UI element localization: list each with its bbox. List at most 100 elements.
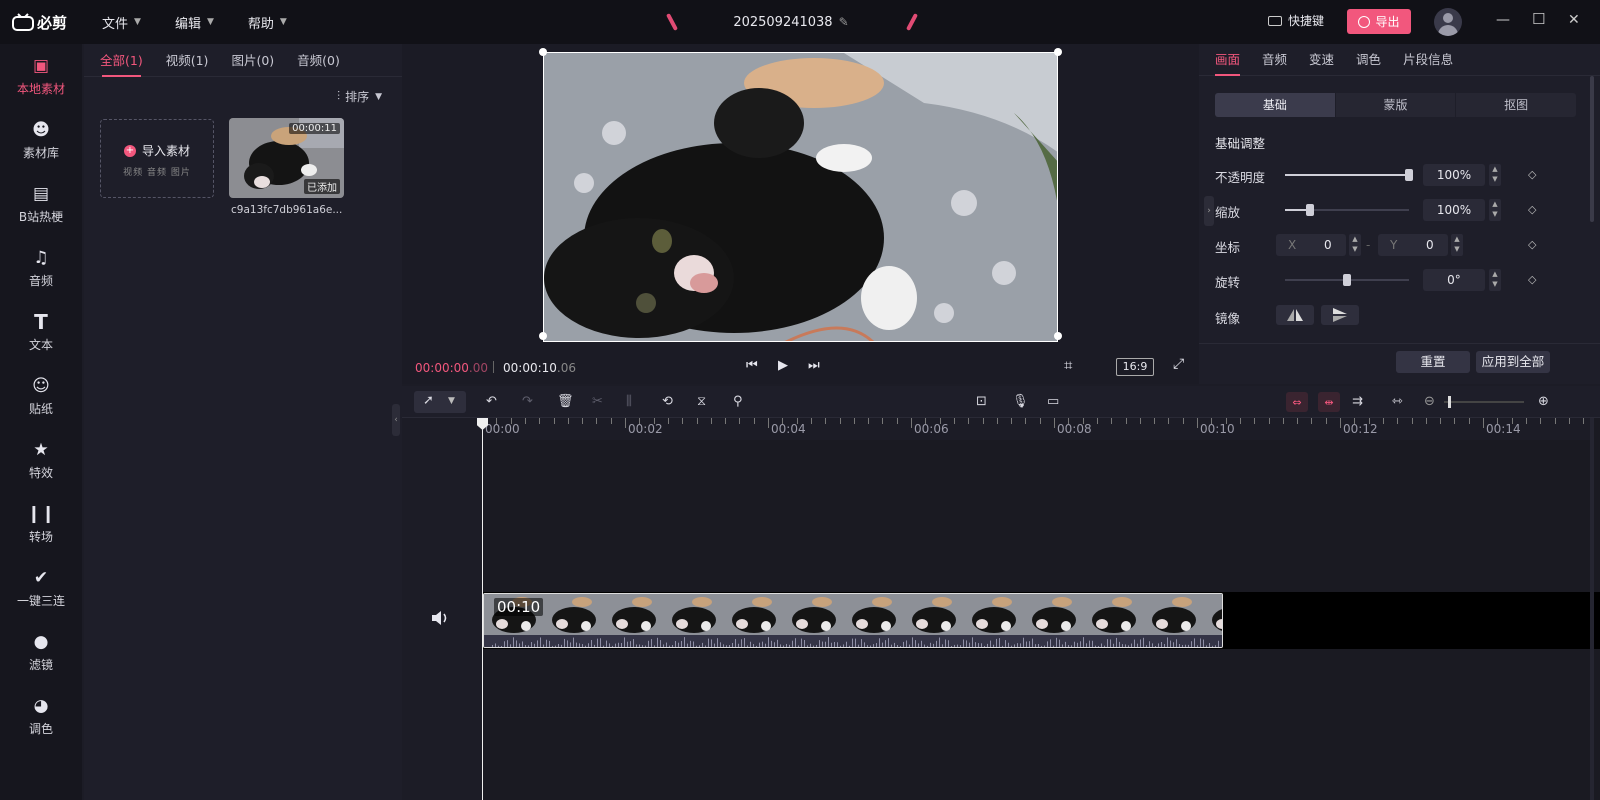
- sidebar-item-library[interactable]: ☻ 素材库: [0, 108, 82, 172]
- magnet-snap-toggle[interactable]: ⇔: [1286, 392, 1308, 412]
- menu-edit[interactable]: 编辑 ▼: [175, 13, 214, 32]
- import-media-button[interactable]: + 导入素材 视频 音频 图片: [100, 119, 214, 198]
- sidebar-item-audio[interactable]: ♫ 音频: [0, 236, 82, 300]
- maximize-icon[interactable]: ☐: [1532, 10, 1545, 28]
- opacity-slider[interactable]: [1285, 169, 1413, 181]
- segment-mask[interactable]: 蒙版: [1336, 93, 1457, 117]
- keyframe-diamond-icon[interactable]: ◇: [1528, 203, 1536, 216]
- sidebar-item-transition[interactable]: ❙❙ 转场: [0, 492, 82, 556]
- tab-speed[interactable]: 变速: [1309, 44, 1334, 76]
- reverse-icon[interactable]: ⟲: [662, 394, 673, 409]
- sidebar-item-text[interactable]: T 文本: [0, 300, 82, 364]
- rotate-slider[interactable]: [1285, 274, 1409, 286]
- zoom-slider[interactable]: [1444, 396, 1524, 408]
- crop-icon[interactable]: ⌗: [1064, 356, 1072, 374]
- minimize-icon[interactable]: —: [1496, 12, 1510, 28]
- scale-input[interactable]: 100%: [1423, 199, 1485, 221]
- menu-help[interactable]: 帮助 ▼: [248, 13, 287, 32]
- aspect-ratio-button[interactable]: 16:9: [1116, 358, 1154, 376]
- position-y-stepper[interactable]: ▲ ▼: [1451, 234, 1463, 256]
- sidebar-item-filter[interactable]: ● 滤镜: [0, 620, 82, 684]
- keyframe-diamond-icon[interactable]: ◇: [1528, 168, 1536, 181]
- rotate-input[interactable]: 0°: [1423, 269, 1485, 291]
- tab-audio[interactable]: 音频(0): [297, 44, 340, 77]
- media-thumbnail[interactable]: 00:00:11 已添加: [229, 118, 344, 198]
- sidebar-item-effects[interactable]: ★ 特效: [0, 428, 82, 492]
- delete-icon[interactable]: 🗑: [557, 394, 574, 409]
- playhead-line[interactable]: [482, 418, 483, 800]
- track-volume-icon[interactable]: [432, 610, 450, 629]
- resize-handle[interactable]: [1054, 332, 1062, 340]
- opacity-stepper[interactable]: ▲ ▼: [1489, 164, 1501, 186]
- tab-image[interactable]: 图片(0): [231, 44, 274, 77]
- position-x-input[interactable]: X0: [1276, 234, 1346, 256]
- edit-name-icon[interactable]: ✎: [839, 15, 849, 29]
- select-tool[interactable]: ➚ ▼: [414, 391, 466, 413]
- user-avatar[interactable]: [1434, 8, 1462, 36]
- timeline-scrollbar[interactable]: [1590, 418, 1594, 800]
- scale-slider[interactable]: [1285, 204, 1409, 216]
- ruler-label: 00:00: [485, 422, 520, 436]
- tab-picture[interactable]: 画面: [1215, 44, 1241, 76]
- scale-stepper[interactable]: ▲ ▼: [1489, 199, 1501, 221]
- text-recognition-icon[interactable]: ⊡: [976, 394, 987, 409]
- slider-knob[interactable]: [1405, 169, 1413, 181]
- zoom-knob[interactable]: [1448, 396, 1451, 408]
- rotate-stepper[interactable]: ▲ ▼: [1489, 269, 1501, 291]
- freeze-frame-icon[interactable]: ⫼: [626, 394, 632, 409]
- close-icon[interactable]: ✕: [1568, 12, 1580, 28]
- fit-timeline-icon[interactable]: ⇿: [1392, 394, 1403, 409]
- video-preview[interactable]: [543, 52, 1058, 342]
- split-icon[interactable]: ✂: [592, 394, 603, 409]
- tab-audio-props[interactable]: 音频: [1262, 44, 1287, 76]
- flip-horizontal-button[interactable]: [1276, 305, 1314, 325]
- time-ruler[interactable]: 00:00 00:02 00:04 00:06 00:08 00:10 00:12 00:14: [482, 418, 1592, 440]
- properties-expand-handle[interactable]: ›: [1204, 196, 1214, 226]
- segment-basic[interactable]: 基础: [1215, 93, 1336, 117]
- resize-handle[interactable]: [1054, 48, 1062, 56]
- resize-handle[interactable]: [539, 48, 547, 56]
- zoom-out-icon[interactable]: ⊖: [1424, 394, 1435, 409]
- video-clip[interactable]: 00:10: [483, 593, 1223, 648]
- link-toggle[interactable]: ⇹: [1318, 392, 1340, 412]
- undo-icon[interactable]: ↶: [486, 394, 497, 409]
- collapse-panel-handle[interactable]: ‹: [392, 404, 400, 436]
- apply-to-all-button[interactable]: 应用到全部: [1476, 351, 1550, 373]
- sort-button[interactable]: ⫶ 排序 ▼: [337, 88, 382, 105]
- segment-cutout[interactable]: 抠图: [1456, 93, 1576, 117]
- tab-clip-info[interactable]: 片段信息: [1403, 44, 1453, 76]
- flip-vertical-button[interactable]: [1321, 305, 1359, 325]
- keyframe-diamond-icon[interactable]: ◇: [1528, 273, 1536, 286]
- pin-icon[interactable]: ⚲: [733, 394, 743, 409]
- sidebar-item-sticker[interactable]: ☺ 贴纸: [0, 364, 82, 428]
- camera-record-icon[interactable]: ▭: [1047, 394, 1059, 409]
- skip-previous-icon[interactable]: ⏮: [746, 358, 758, 373]
- opacity-input[interactable]: 100%: [1423, 164, 1485, 186]
- position-y-input[interactable]: Y0: [1378, 234, 1448, 256]
- microphone-icon[interactable]: 🎙: [1012, 394, 1029, 409]
- sidebar-item-color[interactable]: ◕ 调色: [0, 684, 82, 748]
- slider-knob[interactable]: [1343, 274, 1351, 286]
- reset-button[interactable]: 重置: [1396, 351, 1470, 373]
- position-x-stepper[interactable]: ▲ ▼: [1349, 234, 1361, 256]
- tab-color[interactable]: 调色: [1356, 44, 1381, 76]
- skip-next-icon[interactable]: ⏭: [808, 358, 820, 373]
- tab-all[interactable]: 全部(1): [100, 44, 143, 77]
- resize-handle[interactable]: [539, 332, 547, 340]
- slider-knob[interactable]: [1305, 204, 1314, 216]
- sidebar-item-bilibili-memes[interactable]: ▤ B站热梗: [0, 172, 82, 236]
- play-icon[interactable]: ▶: [778, 358, 788, 373]
- keyframe-diamond-icon[interactable]: ◇: [1528, 238, 1536, 251]
- redo-icon[interactable]: ↷: [522, 394, 533, 409]
- sidebar-item-triple-like[interactable]: ✔ 一键三连: [0, 556, 82, 620]
- export-button[interactable]: 导出: [1347, 9, 1411, 34]
- menu-file[interactable]: 文件 ▼: [102, 13, 141, 32]
- sidebar-item-local-media[interactable]: ▣ 本地素材: [0, 44, 82, 108]
- audio-split-icon[interactable]: ⇉: [1352, 394, 1363, 409]
- fullscreen-icon[interactable]: ⤢: [1173, 356, 1184, 372]
- zoom-in-icon[interactable]: ⊕: [1538, 394, 1549, 409]
- properties-scrollbar[interactable]: [1590, 76, 1594, 222]
- shortcuts-button[interactable]: 快捷键: [1268, 12, 1324, 29]
- tab-video[interactable]: 视频(1): [166, 44, 209, 77]
- mirror-icon[interactable]: ⧖: [697, 394, 706, 409]
